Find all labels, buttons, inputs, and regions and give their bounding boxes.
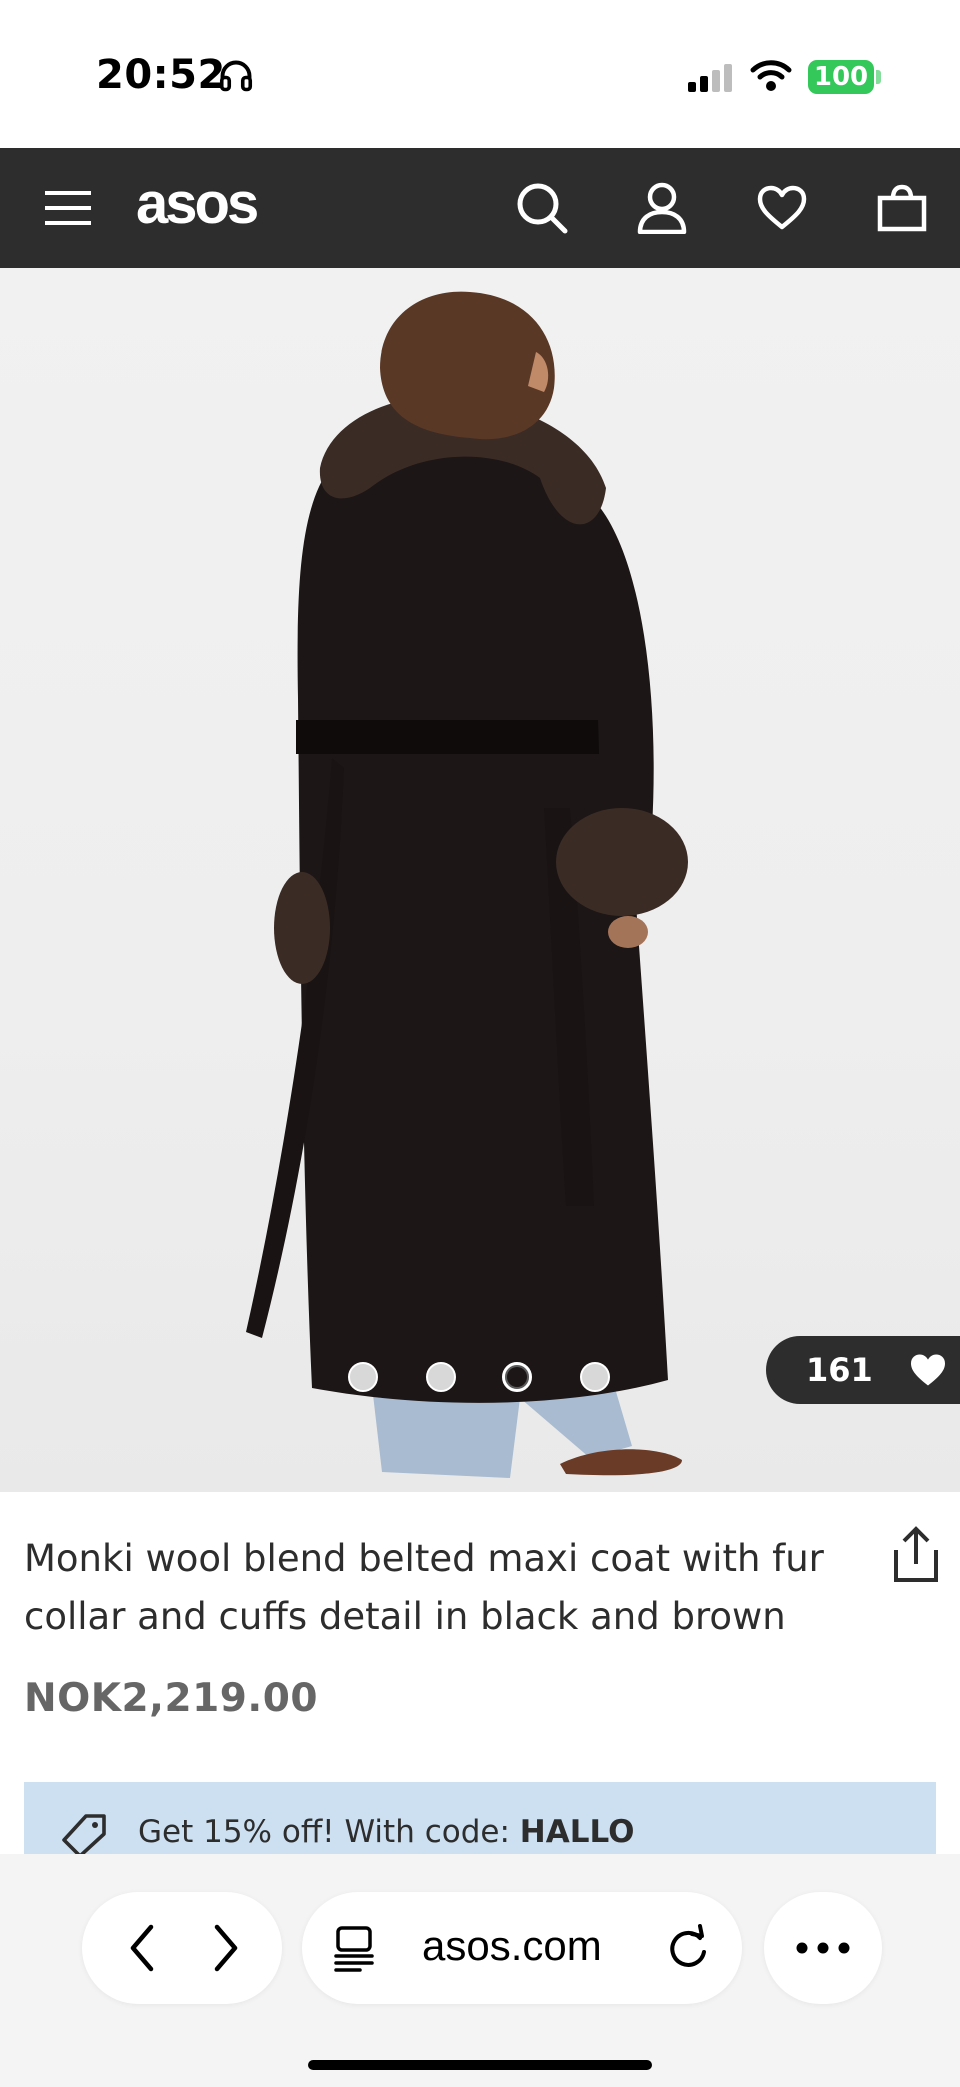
- reader-mode-icon[interactable]: [332, 1924, 380, 1972]
- product-image-gallery[interactable]: 161: [0, 268, 960, 1492]
- more-options-button[interactable]: [764, 1892, 882, 2004]
- navigation-group: [82, 1892, 282, 2004]
- product-title: Monki wool blend belted maxi coat with f…: [24, 1537, 824, 1638]
- browser-toolbar: asos.com: [0, 1854, 960, 2087]
- bag-button[interactable]: [860, 148, 944, 268]
- battery-cap: [876, 70, 881, 84]
- search-icon: [517, 183, 568, 234]
- asos-logo[interactable]: asos: [136, 170, 259, 237]
- forward-button[interactable]: [186, 1908, 266, 1988]
- home-indicator[interactable]: [308, 2060, 652, 2070]
- search-button[interactable]: [500, 148, 584, 268]
- share-icon: [894, 1526, 938, 1582]
- headphones-icon: [219, 60, 253, 92]
- url-text: asos.com: [422, 1922, 602, 1969]
- heart-filled-icon: [910, 1354, 945, 1386]
- battery-indicator: 100: [808, 60, 874, 94]
- product-photo: [246, 291, 688, 1478]
- product-price: NOK2,219.00: [24, 1676, 318, 1721]
- promo-text: Get 15% off! With code: HALLO: [138, 1814, 634, 1850]
- gallery-dot-3-active[interactable]: [502, 1362, 532, 1392]
- account-icon: [637, 182, 687, 234]
- reload-icon[interactable]: [664, 1924, 712, 1972]
- cellular-signal-icon: [688, 64, 732, 92]
- chevron-left-icon: [130, 1924, 154, 1972]
- menu-icon: [45, 191, 91, 225]
- menu-button[interactable]: [30, 148, 106, 268]
- bag-icon: [877, 184, 927, 232]
- back-button[interactable]: [102, 1908, 182, 1988]
- site-header: asos: [0, 148, 960, 268]
- status-time: 20:52: [96, 52, 226, 98]
- chevron-right-icon: [214, 1924, 238, 1972]
- gallery-pagination: [344, 1358, 624, 1398]
- gallery-dot-1[interactable]: [348, 1362, 378, 1392]
- saved-items-button[interactable]: [740, 148, 824, 268]
- promo-banner[interactable]: Get 15% off! With code: HALLO: [24, 1782, 936, 1854]
- wifi-icon: [750, 60, 792, 91]
- gallery-dot-2[interactable]: [426, 1362, 456, 1392]
- heart-icon: [757, 185, 807, 230]
- price-tag-icon: [62, 1814, 106, 1854]
- promo-code: HALLO: [519, 1814, 635, 1850]
- account-button[interactable]: [620, 148, 704, 268]
- saved-count: 161: [806, 1351, 873, 1389]
- promo-message: Get 15% off! With code:: [138, 1814, 520, 1850]
- status-bar: 20:52 100: [0, 0, 960, 148]
- share-button[interactable]: [888, 1524, 944, 1584]
- address-bar[interactable]: asos.com: [302, 1892, 742, 2004]
- saved-count-badge[interactable]: 161: [766, 1336, 960, 1404]
- gallery-dot-4[interactable]: [580, 1362, 610, 1392]
- ellipsis-icon: [796, 1942, 850, 1954]
